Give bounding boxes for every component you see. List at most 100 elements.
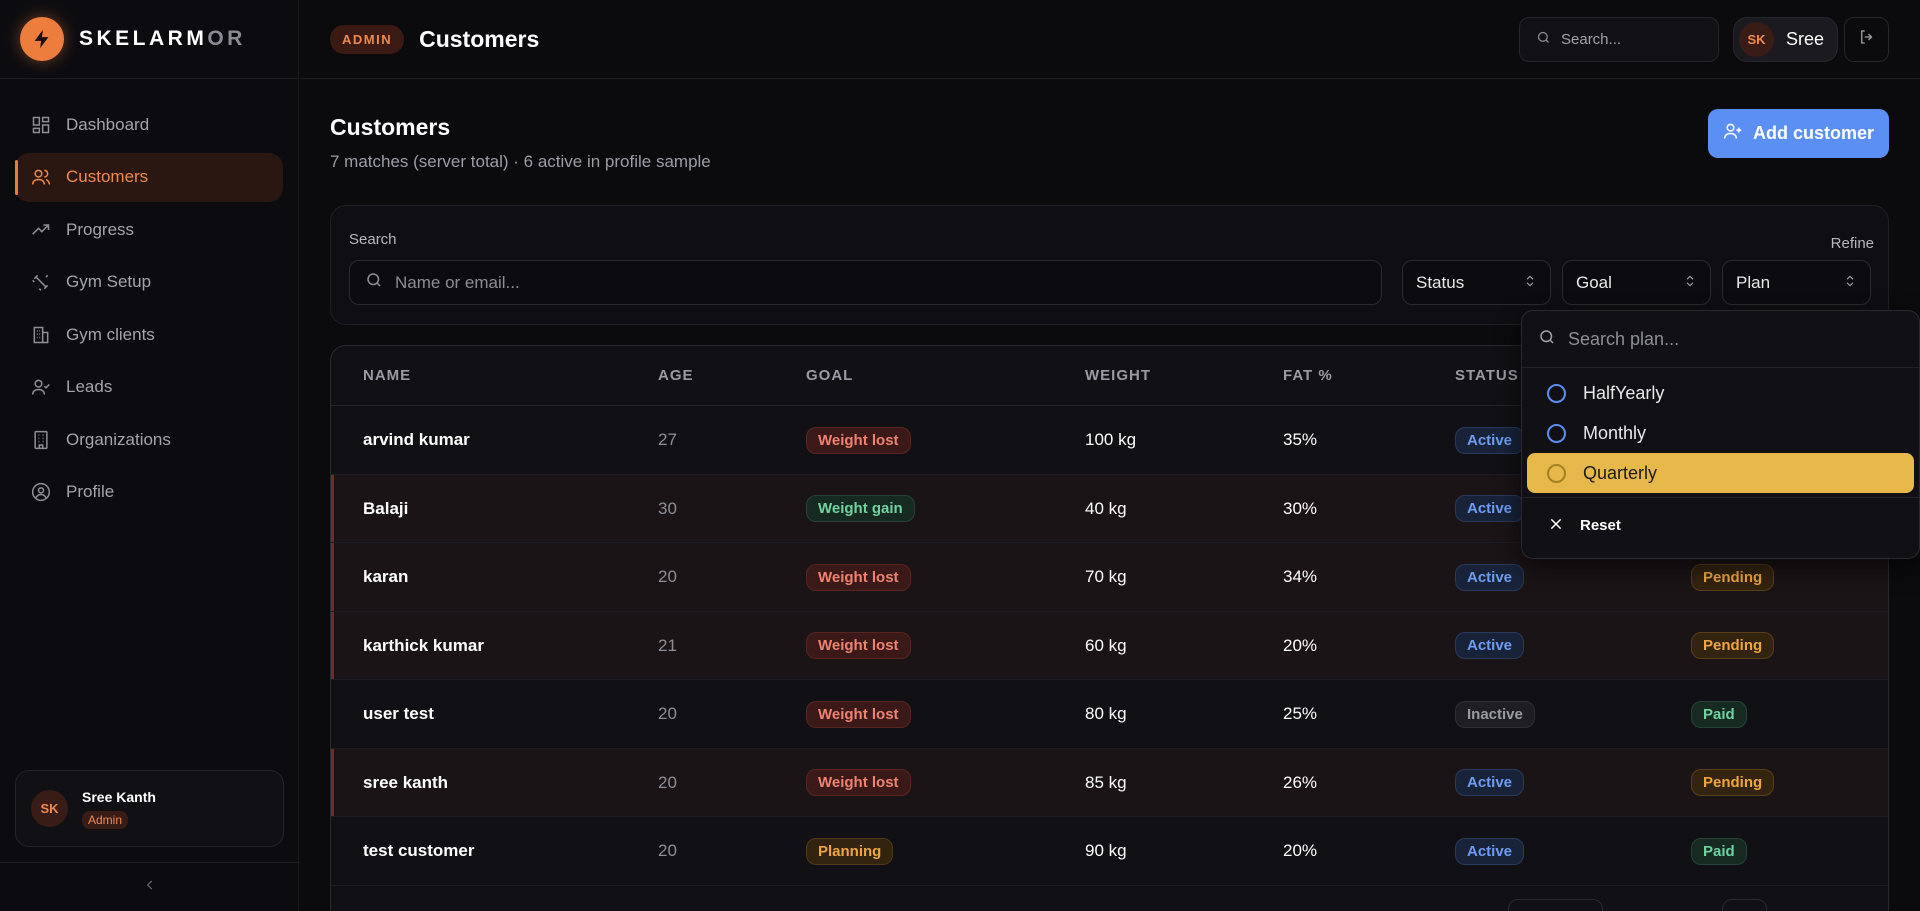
- sidebar-item-profile[interactable]: Profile: [15, 468, 283, 517]
- collapse-sidebar-button[interactable]: [0, 862, 299, 911]
- sidebar-item-dashboard[interactable]: Dashboard: [15, 100, 283, 149]
- plan-search-input[interactable]: Search plan...: [1522, 311, 1919, 368]
- customer-age: 20: [658, 841, 677, 861]
- plan-option-monthly[interactable]: Monthly: [1527, 413, 1914, 453]
- search-icon: [365, 271, 383, 294]
- search-icon: [1538, 328, 1556, 351]
- table-row[interactable]: test customer 20 Planning 90 kg 20% Active Pai…: [331, 817, 1888, 886]
- customer-status: Active: [1455, 612, 1525, 681]
- sidebar-item-progress[interactable]: Progress: [15, 205, 283, 254]
- customer-payment-badge: Pending: [1691, 769, 1775, 797]
- sidebar-nav: Dashboard Customers Progress Gym Setup G…: [0, 79, 298, 517]
- close-icon: [1548, 516, 1564, 536]
- chevron-up-down-icon: [1683, 273, 1697, 293]
- customer-status: Active: [1455, 406, 1525, 475]
- customer-age: 20: [658, 704, 677, 724]
- trending-up-icon: [30, 219, 52, 241]
- customer-goal: Planning: [806, 817, 894, 886]
- column-header-name[interactable]: NAME: [363, 367, 411, 384]
- column-header-weight[interactable]: WEIGHT: [1085, 367, 1151, 384]
- customer-fat: 20%: [1283, 635, 1318, 655]
- table-row[interactable]: sree kanth 20 Weight lost 85 kg 26% Active Pen…: [331, 748, 1888, 818]
- customer-goal-badge: Weight lost: [806, 769, 911, 797]
- radio-icon: [1547, 463, 1566, 483]
- brand-name: SKELARMOR: [79, 27, 246, 50]
- building-icon: [30, 324, 52, 346]
- customer-search-placeholder: Name or email...: [395, 272, 520, 292]
- customer-goal-badge: Weight lost: [806, 563, 911, 591]
- customer-status-badge: Active: [1455, 495, 1525, 523]
- sidebar-item-leads[interactable]: Leads: [15, 363, 283, 412]
- refine-label: Refine: [1830, 235, 1874, 252]
- customer-age: 30: [658, 498, 677, 518]
- sidebar-item-label: Customers: [66, 167, 149, 186]
- customer-status: Active: [1455, 817, 1525, 886]
- customer-goal: Weight lost: [806, 749, 911, 818]
- customer-name: karan: [363, 567, 409, 587]
- sidebar: SKELARMOR Dashboard Customers Progress G…: [0, 0, 299, 911]
- logout-icon: [1858, 28, 1876, 51]
- customer-status-badge: Active: [1455, 837, 1525, 865]
- customer-payment: Paid: [1691, 817, 1747, 886]
- radio-icon: [1547, 423, 1566, 443]
- user-menu-button[interactable]: SK Sree: [1733, 17, 1838, 62]
- customer-weight: 100 kg: [1085, 430, 1137, 450]
- sidebar-item-gym-setup[interactable]: Gym Setup: [15, 258, 283, 307]
- plan-option-quarterly[interactable]: Quarterly: [1527, 453, 1914, 493]
- customer-goal-badge: Weight lost: [806, 426, 911, 454]
- user-name: Sree Kanth: [82, 788, 156, 805]
- customer-name: user test: [363, 704, 434, 724]
- brand: SKELARMOR: [0, 0, 298, 79]
- column-header-goal[interactable]: GOAL: [806, 367, 853, 384]
- reset-label: Reset: [1580, 517, 1621, 534]
- customer-status-badge: Inactive: [1455, 700, 1535, 728]
- chevron-up-down-icon: [1523, 273, 1537, 293]
- table-row[interactable]: user test 20 Weight lost 80 kg 25% Inactive Pa…: [331, 680, 1888, 749]
- radio-icon: [1547, 383, 1566, 403]
- column-header-age[interactable]: AGE: [658, 367, 694, 384]
- sidebar-item-organizations[interactable]: Organizations: [15, 415, 283, 464]
- status-filter-value: Status: [1416, 272, 1465, 292]
- customer-age: 27: [658, 430, 677, 450]
- logout-button[interactable]: [1844, 17, 1889, 62]
- global-search-input[interactable]: Search...: [1519, 17, 1719, 62]
- customer-weight: 70 kg: [1085, 567, 1127, 587]
- sidebar-item-gym-clients[interactable]: Gym clients: [15, 310, 283, 359]
- customer-goal-badge: Weight lost: [806, 632, 911, 660]
- profile-icon: [30, 481, 52, 503]
- sidebar-item-label: Profile: [66, 482, 115, 501]
- user-plus-icon: [1723, 121, 1743, 146]
- goal-filter-select[interactable]: Goal: [1562, 260, 1711, 305]
- admin-badge: ADMIN: [330, 24, 405, 54]
- customer-payment: Paid: [1691, 680, 1747, 749]
- customer-goal-badge: Planning: [806, 837, 894, 865]
- column-header-fat[interactable]: FAT %: [1283, 367, 1333, 384]
- pagination-control[interactable]: [1508, 899, 1603, 911]
- pagination-next[interactable]: [1722, 899, 1767, 911]
- table-row[interactable]: karthick kumar 21 Weight lost 60 kg 20% Activ…: [331, 611, 1888, 681]
- plan-filter-value: Plan: [1736, 272, 1771, 292]
- status-filter-select[interactable]: Status: [1402, 260, 1551, 305]
- customer-goal: Weight lost: [806, 406, 911, 475]
- customer-weight: 85 kg: [1085, 772, 1127, 792]
- add-customer-button[interactable]: Add customer: [1708, 109, 1889, 158]
- sidebar-item-label: Progress: [66, 219, 135, 239]
- global-search-placeholder: Search...: [1561, 31, 1622, 48]
- customer-goal-badge: Weight lost: [806, 700, 911, 728]
- customer-weight: 90 kg: [1085, 841, 1127, 861]
- plan-option-halfyearly[interactable]: HalfYearly: [1527, 373, 1914, 413]
- customer-name: karthick kumar: [363, 635, 484, 655]
- plan-reset-button[interactable]: Reset: [1522, 498, 1919, 553]
- dumbbell-icon: [30, 271, 52, 293]
- customer-age: 20: [658, 567, 677, 587]
- customer-payment: Pending: [1691, 612, 1775, 681]
- sidebar-item-customers[interactable]: Customers: [15, 152, 283, 202]
- column-header-status[interactable]: STATUS: [1455, 367, 1519, 384]
- customer-search-input[interactable]: Name or email...: [349, 260, 1382, 305]
- search-label: Search: [349, 231, 397, 248]
- plan-filter-select[interactable]: Plan: [1722, 260, 1871, 305]
- customer-goal: Weight gain: [806, 475, 915, 544]
- sidebar-user-card[interactable]: SK Sree Kanth Admin: [15, 770, 284, 847]
- office-icon: [30, 429, 52, 451]
- sidebar-item-label: Gym Setup: [66, 272, 152, 291]
